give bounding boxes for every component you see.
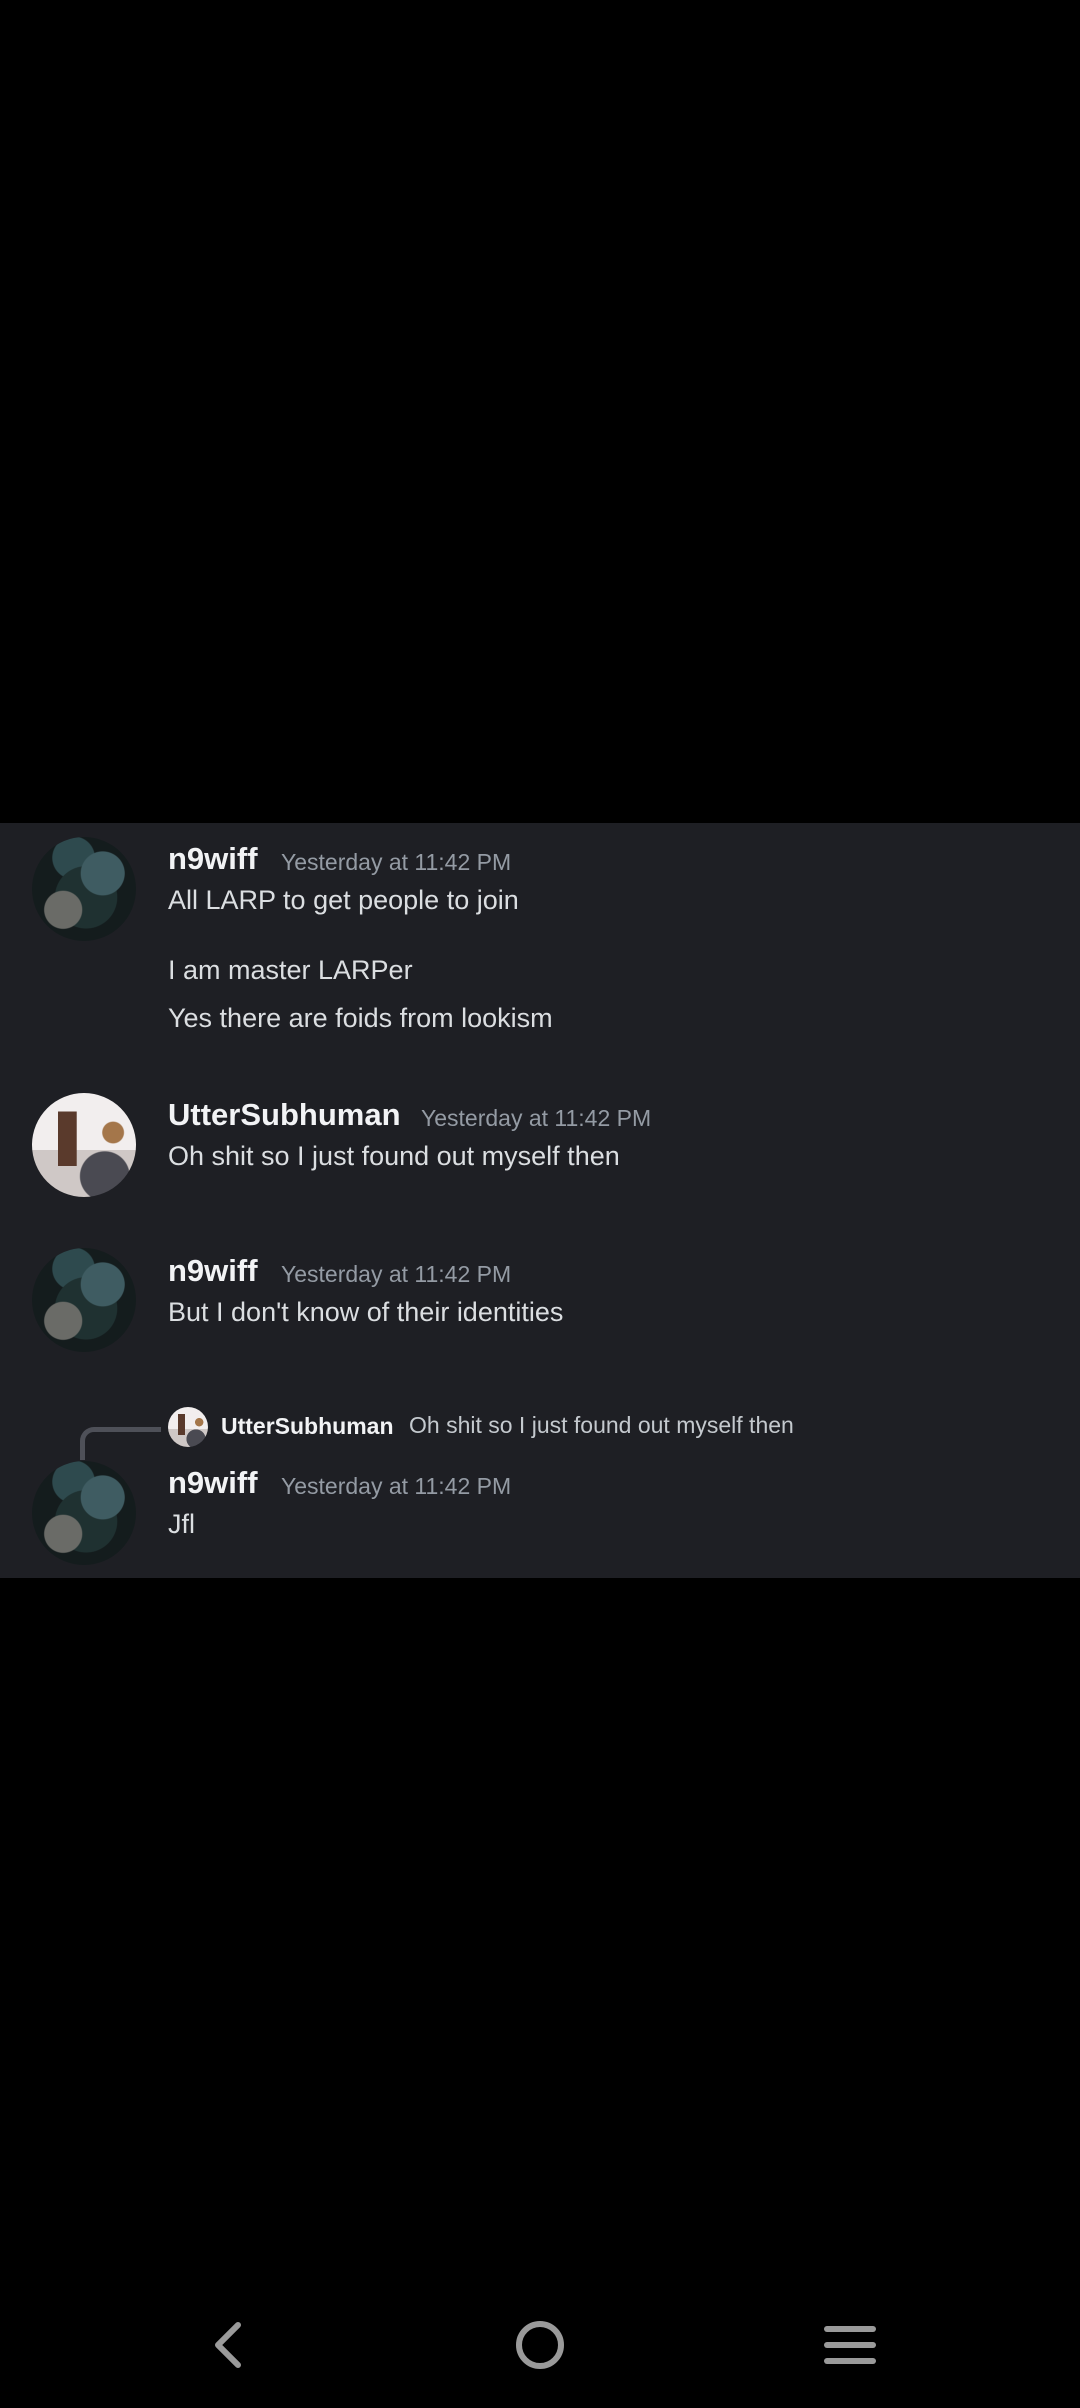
message-timestamp: Yesterday at 11:42 PM xyxy=(281,1261,512,1287)
chevron-left-icon xyxy=(215,2322,241,2368)
message-timestamp: Yesterday at 11:42 PM xyxy=(421,1105,652,1131)
system-navigation-bar xyxy=(0,2280,1080,2408)
home-button[interactable] xyxy=(495,2300,585,2390)
message-text[interactable]: Jfl xyxy=(168,1509,195,1540)
message-author[interactable]: n9wiff xyxy=(168,841,258,877)
screen: n9wiff Yesterday at 11:42 PM All LARP to… xyxy=(0,0,1080,2408)
reply-preview-text[interactable]: Oh shit so I just found out myself then xyxy=(409,1412,794,1439)
message-timestamp: Yesterday at 11:42 PM xyxy=(281,849,512,875)
user-avatar[interactable] xyxy=(32,1093,136,1197)
menu-lines-icon xyxy=(824,2326,876,2364)
message-text[interactable]: Oh shit so I just found out myself then xyxy=(168,1141,620,1172)
reply-avatar[interactable] xyxy=(168,1407,208,1447)
message-text[interactable]: I am master LARPer xyxy=(168,955,413,986)
message-timestamp: Yesterday at 11:42 PM xyxy=(281,1473,512,1499)
user-avatar[interactable] xyxy=(32,1248,136,1352)
message-text[interactable]: But I don't know of their identities xyxy=(168,1297,563,1328)
reply-author[interactable]: UtterSubhuman xyxy=(221,1413,394,1440)
message-author[interactable]: UtterSubhuman xyxy=(168,1097,401,1133)
recents-button[interactable] xyxy=(805,2300,895,2390)
circle-home-icon xyxy=(516,2321,564,2369)
message-author[interactable]: n9wiff xyxy=(168,1253,258,1289)
chat-message-list: n9wiff Yesterday at 11:42 PM All LARP to… xyxy=(0,823,1080,1578)
message-author[interactable]: n9wiff xyxy=(168,1465,258,1501)
message-text[interactable]: Yes there are foids from lookism xyxy=(168,1003,553,1034)
reply-connector xyxy=(80,1427,161,1460)
message-text[interactable]: All LARP to get people to join xyxy=(168,885,519,916)
user-avatar[interactable] xyxy=(32,1461,136,1565)
back-button[interactable] xyxy=(183,2300,273,2390)
user-avatar[interactable] xyxy=(32,837,136,941)
